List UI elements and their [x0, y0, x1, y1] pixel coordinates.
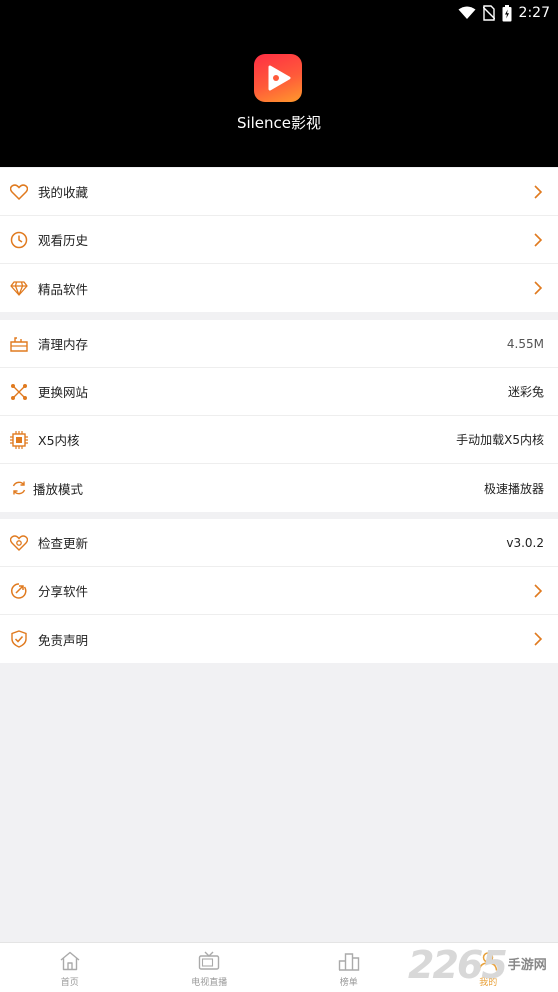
- home-icon: [59, 948, 81, 974]
- app-name: Silence影视: [236, 114, 322, 132]
- play-icon: [268, 65, 291, 91]
- tab-home[interactable]: 首页: [0, 943, 140, 992]
- battery-icon: [502, 4, 512, 21]
- menu-item-label: 观看历史: [38, 233, 89, 248]
- no-sim-icon: [482, 5, 495, 21]
- menu-group-1: 我的收藏 观看历史 精品软件: [0, 168, 558, 312]
- menu-item-label: 播放模式: [33, 481, 84, 497]
- menu-item-play-mode[interactable]: 播放模式 极速播放器: [0, 464, 558, 512]
- menu-item-premium-software[interactable]: 精品软件: [0, 264, 558, 312]
- menu-item-label: 清理内存: [38, 337, 89, 352]
- heart-icon: [9, 182, 29, 202]
- wifi-icon: [458, 6, 476, 19]
- watermark-text: 手游网: [507, 957, 547, 973]
- status-time: 2:27: [518, 5, 550, 21]
- menu-item-label: 更换网站: [38, 385, 89, 400]
- update-icon: [9, 533, 29, 553]
- diamond-icon: [9, 278, 29, 298]
- current-site-value: 迷彩兔: [507, 385, 544, 399]
- clock-icon: [9, 230, 29, 250]
- menu-group-3: 检查更新 v3.0.2 分享软件 免责声明: [0, 519, 558, 663]
- play-mode-value: 极速播放器: [483, 481, 544, 496]
- tv-icon: [198, 948, 220, 974]
- chevron-right-icon: [534, 632, 543, 646]
- menu-item-share-app[interactable]: 分享软件: [0, 567, 558, 615]
- site-watermark: 2265 手游网: [408, 938, 558, 992]
- status-bar: 2:27: [458, 2, 550, 24]
- menu-item-clear-memory[interactable]: 清理内存 4.55M: [0, 320, 558, 368]
- menu-item-favorites[interactable]: 我的收藏: [0, 168, 558, 216]
- tab-label: 电视直播: [191, 977, 228, 988]
- menu-group-2: 清理内存 4.55M 更换网站 迷彩兔 X5内核 手动加载X5内核 播放模式 极…: [0, 320, 558, 512]
- menu-item-history[interactable]: 观看历史: [0, 216, 558, 264]
- profile-header: 2:27 Silence影视: [0, 0, 558, 167]
- tab-label: 榜单: [339, 977, 358, 988]
- chevron-right-icon: [534, 281, 543, 295]
- memory-size-value: 4.55M: [506, 336, 544, 351]
- menu-item-change-site[interactable]: 更换网站 迷彩兔: [0, 368, 558, 416]
- menu-item-label: 检查更新: [38, 536, 89, 551]
- menu-item-label: X5内核: [38, 433, 80, 448]
- chevron-right-icon: [534, 233, 543, 247]
- clean-icon: [9, 334, 29, 354]
- refresh-icon: [9, 478, 29, 498]
- ranking-icon: [338, 948, 360, 974]
- x5-kernel-value: 手动加载X5内核: [456, 433, 544, 447]
- chevron-right-icon: [534, 584, 543, 598]
- tab-ranking[interactable]: 榜单: [279, 943, 419, 992]
- shield-check-icon: [9, 629, 29, 649]
- tab-label: 首页: [60, 977, 79, 988]
- menu-item-label: 免责声明: [38, 632, 89, 648]
- watermark-number: 2265: [408, 943, 508, 987]
- version-value: v3.0.2: [506, 535, 544, 550]
- menu-item-disclaimer[interactable]: 免责声明: [0, 615, 558, 663]
- tab-tv-live[interactable]: 电视直播: [140, 943, 280, 992]
- menu-item-check-update[interactable]: 检查更新 v3.0.2: [0, 519, 558, 567]
- menu-item-label: 分享软件: [38, 584, 89, 599]
- chip-icon: [9, 430, 29, 450]
- menu-item-label: 我的收藏: [38, 185, 89, 200]
- chevron-right-icon: [534, 185, 543, 199]
- share-icon: [9, 581, 29, 601]
- menu-item-x5-kernel[interactable]: X5内核 手动加载X5内核: [0, 416, 558, 464]
- app-logo: [254, 54, 302, 102]
- network-icon: [9, 382, 29, 402]
- menu-item-label: 精品软件: [38, 281, 89, 297]
